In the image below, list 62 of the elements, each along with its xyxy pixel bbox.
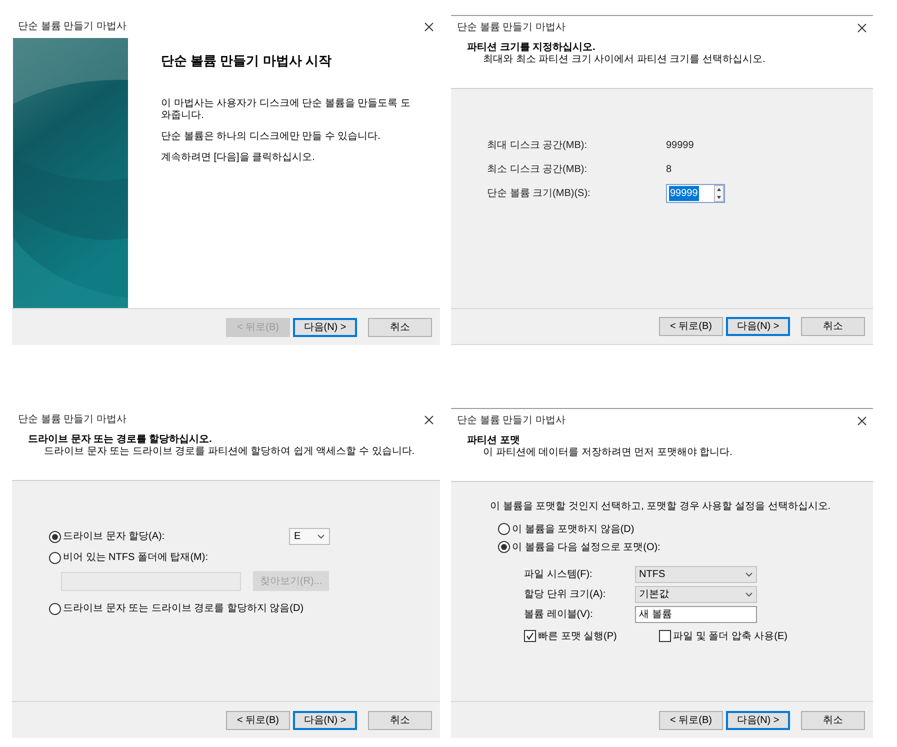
body-text: 계속하려면 [다음]을 클릭하십시오. [161,152,316,164]
volume-label-field[interactable]: 새 볼륨 [635,606,757,622]
header-subtitle: 드라이브 문자 또는 드라이브 경로를 파티션에 할당하여 쉽게 액세스할 수 있습니다. [43,446,416,458]
header-title: 드라이브 문자 또는 경로를 할당하십시오. [28,434,213,446]
dropdown[interactable]: 기본값 [635,586,757,602]
checkbox-label: 파일 및 폴더 압축 사용(E) [673,630,788,644]
field-label: 할당 단위 크기(A): [524,588,607,602]
header-subtitle: 이 파티션에 데이터를 저장하려면 먼저 포맷해야 합니다. [482,447,734,459]
field-value: 99999 [669,186,699,200]
header-title: 파티션 크기를 지정하십시오. [467,42,596,54]
field-label: 볼륨 레이블(V): [524,608,594,622]
close-icon[interactable] [857,416,867,426]
radio-label: 비어 있는 NTFS 폴더에 탑재(M): [63,551,208,565]
radio-button[interactable] [49,602,61,614]
window-title: 단순 볼륨 만들기 마법사 [18,20,126,34]
field-label: 단순 볼륨 크기(MB)(S): [487,186,592,200]
dropdown[interactable]: NTFS [635,566,757,582]
checkbox[interactable] [659,630,671,642]
wizard-button[interactable]: < 뒤로(B) [226,710,290,730]
wizard-button[interactable]: 취소 [801,710,865,730]
radio-label: 이 볼륨을 포맷하지 않음(D) [512,522,634,536]
field-label: 최대 디스크 공간(MB): [487,138,588,152]
field-label: 최소 디스크 공간(MB): [487,162,588,176]
wizard-button[interactable]: 취소 [801,317,865,336]
field-label: 파일 시스템(F): [524,568,594,582]
spin-box[interactable]: 99999 [666,184,725,202]
chevron-down-icon [745,592,753,596]
radio-button[interactable] [49,530,61,542]
window-title: 단순 볼륨 만들기 마법사 [457,414,566,428]
wizard-button[interactable]: 다음(N) > [726,710,790,730]
window-title: 단순 볼륨 만들기 마법사 [457,21,566,35]
wizard-button[interactable]: 취소 [368,318,432,336]
value-text: 99999 [666,138,695,152]
header-title: 파티션 포맷 [467,435,521,447]
checkbox-label: 빠른 포맷 실행(P) [538,630,617,644]
radio-button[interactable] [498,541,510,553]
close-icon[interactable] [857,22,867,32]
wizard-button[interactable]: 다음(N) > [293,710,357,730]
radio-button[interactable] [498,523,510,535]
drive-letter-dropdown[interactable]: E [289,528,330,545]
wizard-button[interactable]: 다음(N) > [726,317,790,336]
radio-label: 이 볼륨을 다음 설정으로 포맷(O): [512,540,660,554]
chevron-down-icon [745,572,753,576]
chevron-down-icon [317,534,325,539]
folder-path-field[interactable] [61,572,241,590]
body-text: 단순 볼륨은 하나의 디스크에만 만들 수 있습니다. [161,130,382,142]
value-text: 8 [666,162,673,176]
body-text: 이 마법사는 사용자가 디스크에 단순 볼륨을 만들도록 도와줍니다. [161,98,412,122]
wizard-button[interactable]: < 뒤로(B) [659,710,723,730]
wizard-button[interactable]: 다음(N) > [293,318,357,336]
close-icon[interactable] [424,414,434,424]
window-title: 단순 볼륨 만들기 마법사 [18,413,126,427]
close-icon[interactable] [424,22,434,32]
radio-label: 드라이브 문자 할당(A): [63,530,165,544]
wizard-button[interactable]: < 뒤로(B) [659,317,723,336]
checkbox[interactable] [524,630,536,642]
wizard-button[interactable]: 취소 [368,710,432,730]
instruction-text: 이 볼륨을 포맷할 것인지 선택하고, 포맷할 경우 사용할 설정을 선택하십시오. [490,500,832,514]
wizard-heading: 단순 볼륨 만들기 마법사 시작 [161,52,332,70]
header-subtitle: 최대와 최소 파티션 크기 사이에서 파티션 크기를 선택하십시오. [482,54,766,66]
spin-arrows-icon [714,184,724,202]
radio-label: 드라이브 문자 또는 드라이브 경로를 할당하지 않음(D) [63,602,304,616]
